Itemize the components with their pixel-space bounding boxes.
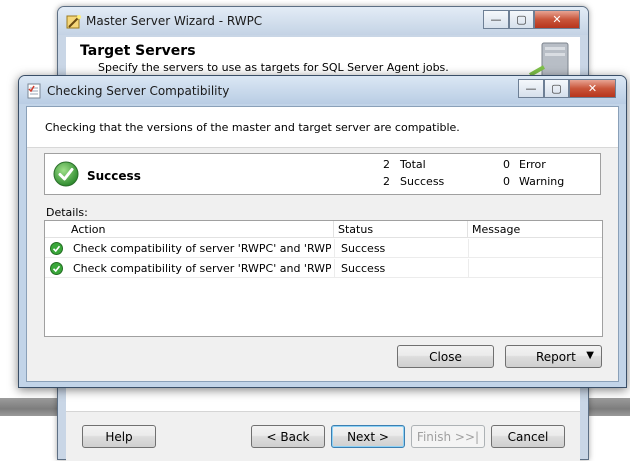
finish-button[interactable]: Finish >>|	[411, 425, 485, 448]
success-label: Success	[400, 175, 445, 188]
error-count: 0	[503, 158, 510, 171]
dialog-minimize-button[interactable]: —	[518, 79, 544, 98]
table-row[interactable]: Check compatibility of server 'RWPC' and…	[45, 239, 602, 258]
checking-compatibility-dialog: Checking Server Compatibility — ▢ ✕ Chec…	[18, 75, 627, 388]
table-row[interactable]: Check compatibility of server 'RWPC' and…	[45, 259, 602, 278]
row-status: Success	[341, 262, 386, 275]
wizard-maximize-button[interactable]: ▢	[509, 10, 534, 29]
total-count: 2	[383, 158, 390, 171]
wizard-icon	[66, 15, 81, 29]
details-label: Details:	[46, 206, 88, 219]
column-header-action[interactable]: Action	[67, 221, 334, 238]
error-label: Error	[519, 158, 546, 171]
triangle-down-icon: ▼	[586, 350, 594, 361]
wizard-title: Master Server Wizard - RWPC	[86, 14, 263, 28]
report-button[interactable]: Report ▼	[505, 345, 602, 368]
warning-count: 0	[503, 175, 510, 188]
details-table[interactable]: Action Status Message Check compatibilit…	[44, 220, 603, 337]
row-status: Success	[341, 242, 386, 255]
row-action: Check compatibility of server 'RWPC' and…	[73, 262, 331, 275]
summary-status: Success	[87, 169, 141, 183]
green-checkmark-icon	[50, 262, 63, 275]
close-button[interactable]: Close	[397, 345, 494, 368]
wizard-page-subtitle: Specify the servers to use as targets fo…	[98, 61, 449, 74]
report-button-label: Report	[536, 349, 576, 364]
wizard-close-button[interactable]: ✕	[534, 10, 580, 29]
wizard-page-title: Target Servers	[80, 43, 196, 59]
total-label: Total	[400, 158, 426, 171]
column-header-message[interactable]: Message	[468, 221, 602, 238]
check-list-icon	[27, 83, 41, 99]
dialog-close-button[interactable]: ✕	[569, 79, 616, 98]
green-checkmark-icon	[53, 161, 79, 187]
dialog-title: Checking Server Compatibility	[47, 84, 230, 98]
dialog-maximize-button[interactable]: ▢	[544, 79, 569, 98]
next-button[interactable]: Next >	[331, 425, 405, 448]
dialog-title-bar: Checking Server Compatibility — ▢ ✕	[19, 76, 626, 104]
wizard-minimize-button[interactable]: —	[483, 10, 509, 29]
dialog-header: Checking that the versions of the master…	[27, 107, 618, 148]
warning-label: Warning	[519, 175, 565, 188]
back-button[interactable]: < Back	[251, 425, 325, 448]
green-checkmark-icon	[50, 242, 63, 255]
wizard-footer: Help < Back Next > Finish >>| Cancel	[66, 411, 580, 461]
column-header-status[interactable]: Status	[334, 221, 468, 238]
cancel-button[interactable]: Cancel	[491, 425, 565, 448]
dialog-header-text: Checking that the versions of the master…	[45, 121, 460, 134]
summary-panel: Success 2 Total 2 Success 0 Error 0 Warn…	[44, 153, 601, 195]
help-button[interactable]: Help	[82, 425, 156, 448]
wizard-title-bar: Master Server Wizard - RWPC — ▢ ✕	[58, 7, 588, 35]
dialog-client-area: Checking that the versions of the master…	[26, 106, 619, 382]
success-count: 2	[383, 175, 390, 188]
row-action: Check compatibility of server 'RWPC' and…	[73, 242, 331, 255]
details-table-header: Action Status Message	[45, 221, 602, 238]
